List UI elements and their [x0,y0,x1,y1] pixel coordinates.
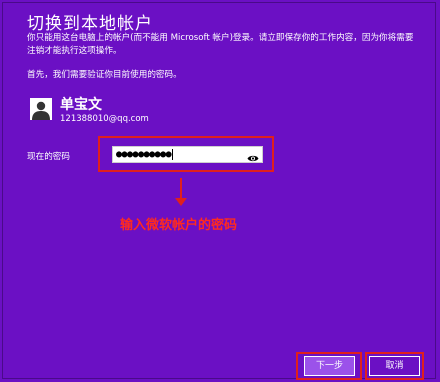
window-frame [2,2,436,379]
next-button[interactable]: 下一步 [304,356,355,376]
reveal-password-eye-icon[interactable] [247,149,259,162]
password-masked-value: ●●●●●●●●●● [116,149,172,160]
password-input[interactable]: ●●●●●●●●●● [112,146,263,163]
annotation-arrow-head [175,198,187,206]
cancel-button[interactable]: 取消 [369,356,420,376]
user-email: 121388010@qq.com [60,114,149,124]
user-avatar-icon [30,98,52,120]
annotation-text: 输入微软帐户的密码 [120,218,238,233]
description-text: 你只能用这台电脑上的帐户(而不能用 Microsoft 帐户)登录。请立即保存你… [27,33,414,56]
verify-prompt: 首先，我们需要验证你目前使用的密码。 [27,70,182,80]
annotation-arrow-line [180,178,182,200]
password-label: 现在的密码 [27,152,70,162]
user-name: 单宝文 [60,97,102,113]
text-caret [172,148,174,160]
page-title: 切换到本地帐户 [27,14,153,34]
